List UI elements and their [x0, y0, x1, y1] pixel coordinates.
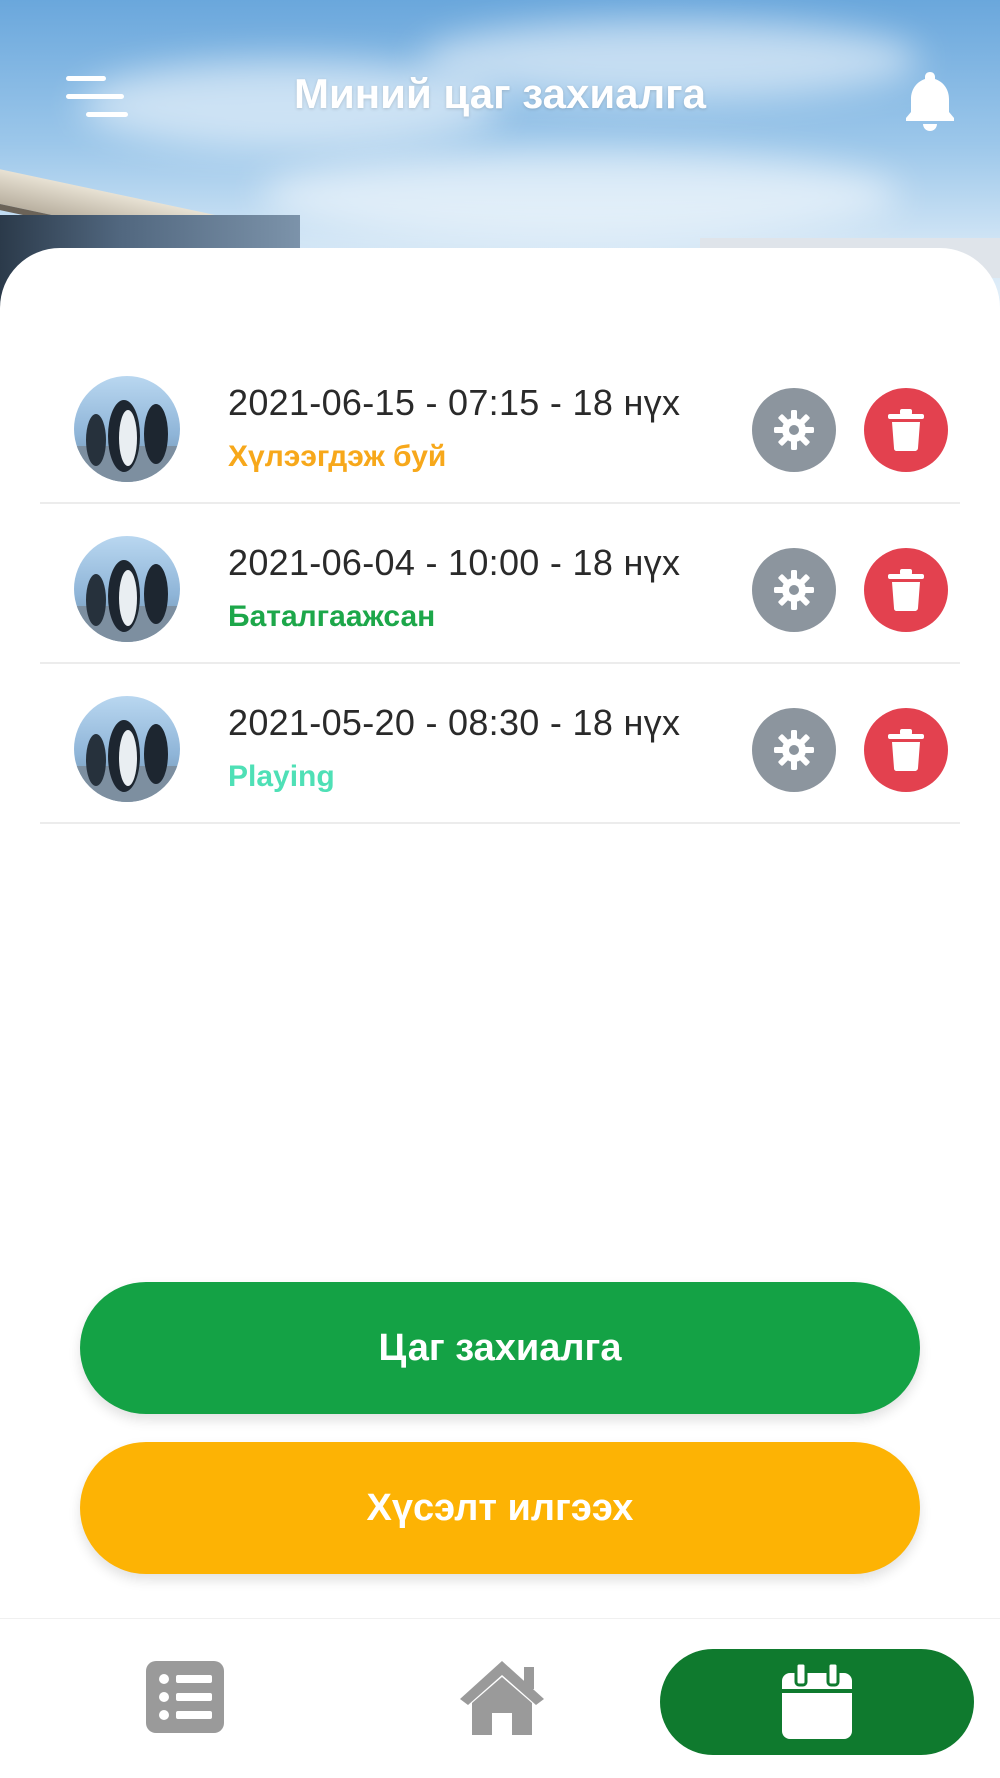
- delete-button[interactable]: [864, 708, 948, 792]
- settings-button[interactable]: [752, 708, 836, 792]
- list-item[interactable]: 2021-06-04 - 10:00 - 18 нүх Баталгаажсан: [40, 504, 960, 664]
- send-request-button[interactable]: Хүсэлт илгээх: [80, 1442, 920, 1574]
- avatar: [74, 536, 180, 642]
- booking-list: 2021-06-15 - 07:15 - 18 нүх Хүлээгдэж бу…: [40, 344, 960, 824]
- calendar-icon: [782, 1663, 852, 1739]
- booking-details: 2021-06-04 - 10:00 - 18 нүх: [228, 542, 681, 583]
- delete-button[interactable]: [864, 548, 948, 632]
- trash-icon: [888, 569, 924, 611]
- status-badge: Хүлээгдэж буй: [228, 440, 447, 473]
- settings-button[interactable]: [752, 548, 836, 632]
- avatar: [74, 376, 180, 482]
- list-icon: [146, 1661, 224, 1733]
- delete-button[interactable]: [864, 388, 948, 472]
- booking-details: 2021-05-20 - 08:30 - 18 нүх: [228, 702, 681, 743]
- status-badge: Баталгаажсан: [228, 600, 436, 633]
- gear-icon: [774, 570, 814, 610]
- settings-button[interactable]: [752, 388, 836, 472]
- gear-icon: [774, 410, 814, 450]
- booking-info: 2021-06-04 - 10:00 - 18 нүх Баталгаажсан: [228, 542, 680, 634]
- bottom-nav: [0, 1618, 1000, 1778]
- nav-list-button[interactable]: [146, 1661, 224, 1733]
- bell-icon[interactable]: [902, 68, 958, 132]
- nav-calendar-button[interactable]: [660, 1649, 974, 1755]
- booking-info: 2021-06-15 - 07:15 - 18 нүх Хүлээгдэж бу…: [228, 382, 680, 474]
- trash-icon: [888, 409, 924, 451]
- top-bar: Миний цаг захиалга: [0, 40, 1000, 150]
- booking-info: 2021-05-20 - 08:30 - 18 нүх Playing: [228, 702, 680, 794]
- book-tee-time-button[interactable]: Цаг захиалга: [80, 1282, 920, 1414]
- avatar: [74, 696, 180, 802]
- status-badge: Playing: [228, 760, 335, 793]
- nav-home-button[interactable]: [456, 1657, 548, 1737]
- booking-details: 2021-06-15 - 07:15 - 18 нүх: [228, 382, 681, 423]
- trash-icon: [888, 729, 924, 771]
- page-title: Миний цаг захиалга: [293, 70, 707, 117]
- home-icon: [460, 1661, 544, 1735]
- list-item[interactable]: 2021-05-20 - 08:30 - 18 нүх Playing: [40, 664, 960, 824]
- gear-icon: [774, 730, 814, 770]
- list-item[interactable]: 2021-06-15 - 07:15 - 18 нүх Хүлээгдэж бу…: [40, 344, 960, 504]
